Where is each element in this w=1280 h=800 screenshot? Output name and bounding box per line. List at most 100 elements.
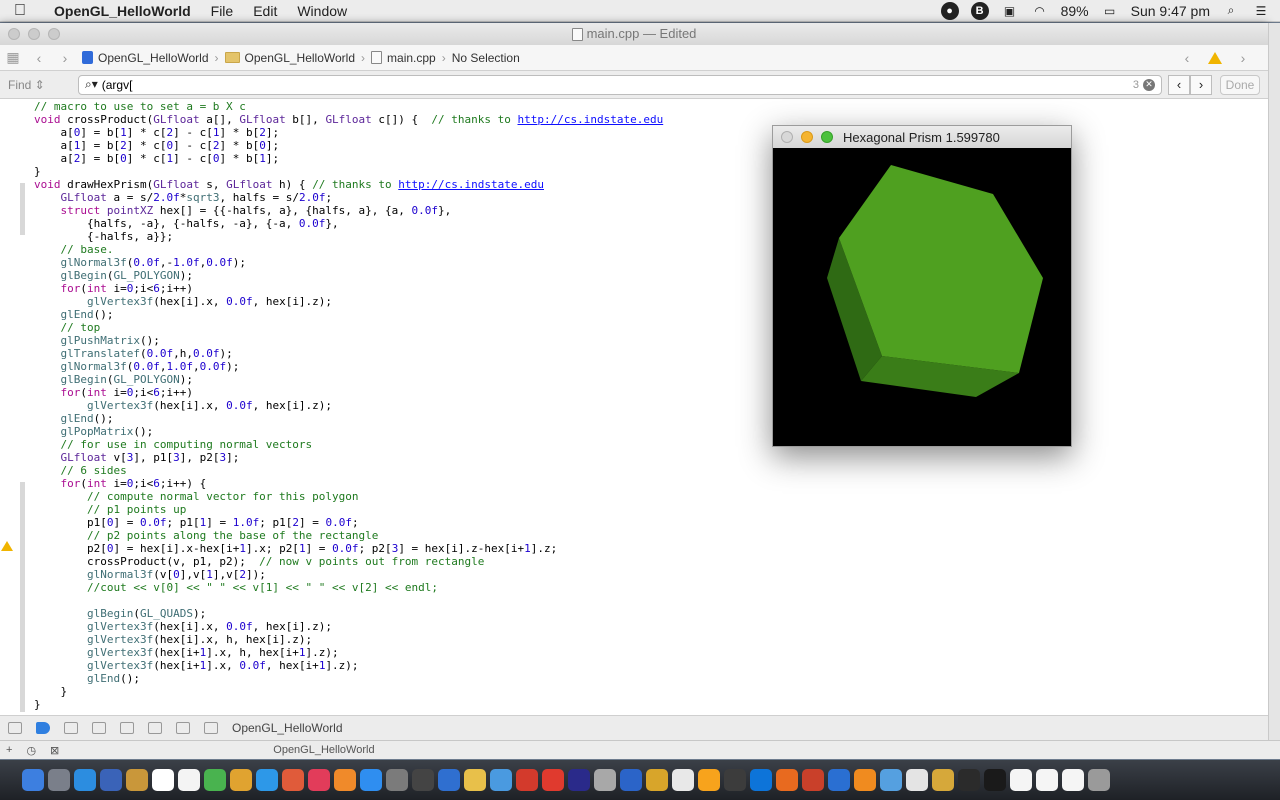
- forward-arrow-icon[interactable]: ›: [52, 50, 78, 66]
- code-line[interactable]: // for use in computing normal vectors: [34, 438, 663, 451]
- dock-app-icon[interactable]: [932, 769, 954, 791]
- dock-app-icon[interactable]: [750, 769, 772, 791]
- code-line[interactable]: glNormal3f(0.0f,1.0f,0.0f);: [34, 360, 663, 373]
- dock-app-icon[interactable]: [48, 769, 70, 791]
- pause-icon[interactable]: [64, 722, 78, 734]
- menu-edit[interactable]: Edit: [243, 3, 287, 19]
- code-line[interactable]: for(int i=0;i<6;i++): [34, 386, 663, 399]
- code-line[interactable]: }: [34, 165, 663, 178]
- close-button[interactable]: [8, 28, 20, 40]
- filter-icon[interactable]: ⊠: [50, 744, 59, 757]
- code-line[interactable]: glBegin(GL_POLYGON);: [34, 269, 663, 282]
- opengl-window-titlebar[interactable]: Hexagonal Prism 1.599780: [773, 126, 1071, 148]
- opengl-close-button[interactable]: [781, 131, 793, 143]
- breakpoints-toggle-icon[interactable]: [36, 722, 50, 734]
- code-line[interactable]: p1[0] = 0.0f; p1[1] = 1.0f; p1[2] = 0.0f…: [34, 516, 663, 529]
- dock-app-icon[interactable]: [282, 769, 304, 791]
- code-line[interactable]: glPopMatrix();: [34, 425, 663, 438]
- code-line[interactable]: glEnd();: [34, 672, 663, 685]
- clock[interactable]: Sun 9:47 pm: [1131, 3, 1210, 19]
- step-over-icon[interactable]: [92, 722, 106, 734]
- code-line[interactable]: }: [34, 698, 663, 711]
- dock-app-icon[interactable]: [334, 769, 356, 791]
- code-line[interactable]: p2[0] = hex[i].x-hex[i+1].x; p2[1] = 0.0…: [34, 542, 663, 555]
- dock-app-icon[interactable]: [802, 769, 824, 791]
- location-icon[interactable]: [204, 722, 218, 734]
- dock-app-icon[interactable]: [230, 769, 252, 791]
- wifi-icon[interactable]: ◠: [1031, 2, 1049, 20]
- code-line[interactable]: glNormal3f(v[0],v[1],v[2]);: [34, 568, 663, 581]
- dock-app-icon[interactable]: [906, 769, 928, 791]
- dock-app-icon[interactable]: [854, 769, 876, 791]
- find-next-button[interactable]: ›: [1190, 74, 1212, 95]
- dock-app-icon[interactable]: [74, 769, 96, 791]
- history-icon[interactable]: ◷: [26, 744, 36, 757]
- dock-app-icon[interactable]: [22, 769, 44, 791]
- dock-app-icon[interactable]: [776, 769, 798, 791]
- dock-app-icon[interactable]: [100, 769, 122, 791]
- code-text[interactable]: // macro to use to set a = b X c void cro…: [34, 100, 663, 711]
- editor-gutter[interactable]: [0, 99, 26, 712]
- dock-app-icon[interactable]: [672, 769, 694, 791]
- code-line[interactable]: // p1 points up: [34, 503, 663, 516]
- dock-app-icon[interactable]: [464, 769, 486, 791]
- code-line[interactable]: crossProduct(v, p1, p2); // now v points…: [34, 555, 663, 568]
- code-line[interactable]: glNormal3f(0.0f,-1.0f,0.0f);: [34, 256, 663, 269]
- dock-app-icon[interactable]: [724, 769, 746, 791]
- code-line[interactable]: glEnd();: [34, 412, 663, 425]
- opengl-canvas[interactable]: [773, 148, 1071, 446]
- code-line[interactable]: // 6 sides: [34, 464, 663, 477]
- battery-icon[interactable]: ▭: [1101, 2, 1119, 20]
- source-editor[interactable]: // macro to use to set a = b X c void cro…: [0, 99, 1268, 712]
- apple-menu-icon[interactable]: : [0, 2, 40, 20]
- dock-app-icon[interactable]: [620, 769, 642, 791]
- clear-search-icon[interactable]: ✕: [1143, 78, 1155, 91]
- view-debugger-icon[interactable]: [176, 722, 190, 734]
- battery-percent[interactable]: 89%: [1061, 3, 1089, 19]
- dock-app-icon[interactable]: [1088, 769, 1110, 791]
- code-line[interactable]: glVertex3f(hex[i+1].x, h, hex[i+1].z);: [34, 646, 663, 659]
- back-arrow-icon[interactable]: ‹: [26, 50, 52, 66]
- dock-app-icon[interactable]: [646, 769, 668, 791]
- dock-app-icon[interactable]: [126, 769, 148, 791]
- opengl-minimize-button[interactable]: [801, 131, 813, 143]
- code-line[interactable]: glVertex3f(hex[i].x, 0.0f, hex[i].z);: [34, 399, 663, 412]
- breadcrumb-group[interactable]: OpenGL_HelloWorld: [221, 51, 360, 65]
- notification-center-icon[interactable]: ☰: [1252, 2, 1270, 20]
- breadcrumb-file[interactable]: main.cpp: [367, 51, 440, 65]
- code-line[interactable]: glBegin(GL_QUADS);: [34, 607, 663, 620]
- dock-app-icon[interactable]: [516, 769, 538, 791]
- dock-app-icon[interactable]: [256, 769, 278, 791]
- find-input[interactable]: [101, 77, 1129, 92]
- previous-issue-icon[interactable]: ‹: [1174, 50, 1200, 66]
- code-line[interactable]: for(int i=0;i<6;i++) {: [34, 477, 663, 490]
- dock-app-icon[interactable]: [984, 769, 1006, 791]
- code-line[interactable]: void crossProduct(GLfloat a[], GLfloat b…: [34, 113, 663, 126]
- code-line[interactable]: // p2 points along the base of the recta…: [34, 529, 663, 542]
- step-into-icon[interactable]: [120, 722, 134, 734]
- code-line[interactable]: {halfs, -a}, {-halfs, -a}, {-a, 0.0f},: [34, 217, 663, 230]
- search-icon[interactable]: ⌕▾: [85, 77, 98, 92]
- step-out-icon[interactable]: [148, 722, 162, 734]
- dock-app-icon[interactable]: [152, 769, 174, 791]
- menu-app-name[interactable]: OpenGL_HelloWorld: [40, 3, 201, 19]
- dock-app-icon[interactable]: [1036, 769, 1058, 791]
- code-line[interactable]: glVertex3f(hex[i].x, 0.0f, hex[i].z);: [34, 620, 663, 633]
- code-line[interactable]: a[0] = b[1] * c[2] - c[1] * b[2];: [34, 126, 663, 139]
- dock-app-icon[interactable]: [1062, 769, 1084, 791]
- status-b-icon[interactable]: B: [970, 1, 989, 20]
- line-warning-icon[interactable]: [1, 541, 13, 551]
- dock-app-icon[interactable]: [1010, 769, 1032, 791]
- find-done-button[interactable]: Done: [1220, 74, 1260, 95]
- find-mode-popup[interactable]: Find ⇕: [8, 78, 78, 92]
- hide-debug-area-icon[interactable]: [8, 722, 22, 734]
- code-line[interactable]: glVertex3f(hex[i].x, h, hex[i].z);: [34, 633, 663, 646]
- add-icon[interactable]: +: [6, 744, 12, 756]
- opengl-window[interactable]: Hexagonal Prism 1.599780: [772, 125, 1072, 447]
- dock-app-icon[interactable]: [542, 769, 564, 791]
- find-field[interactable]: ⌕▾ 3 ✕: [78, 74, 1162, 95]
- dock-app-icon[interactable]: [438, 769, 460, 791]
- code-line[interactable]: glEnd();: [34, 308, 663, 321]
- code-line[interactable]: {-halfs, a}};: [34, 230, 663, 243]
- code-line[interactable]: glBegin(GL_POLYGON);: [34, 373, 663, 386]
